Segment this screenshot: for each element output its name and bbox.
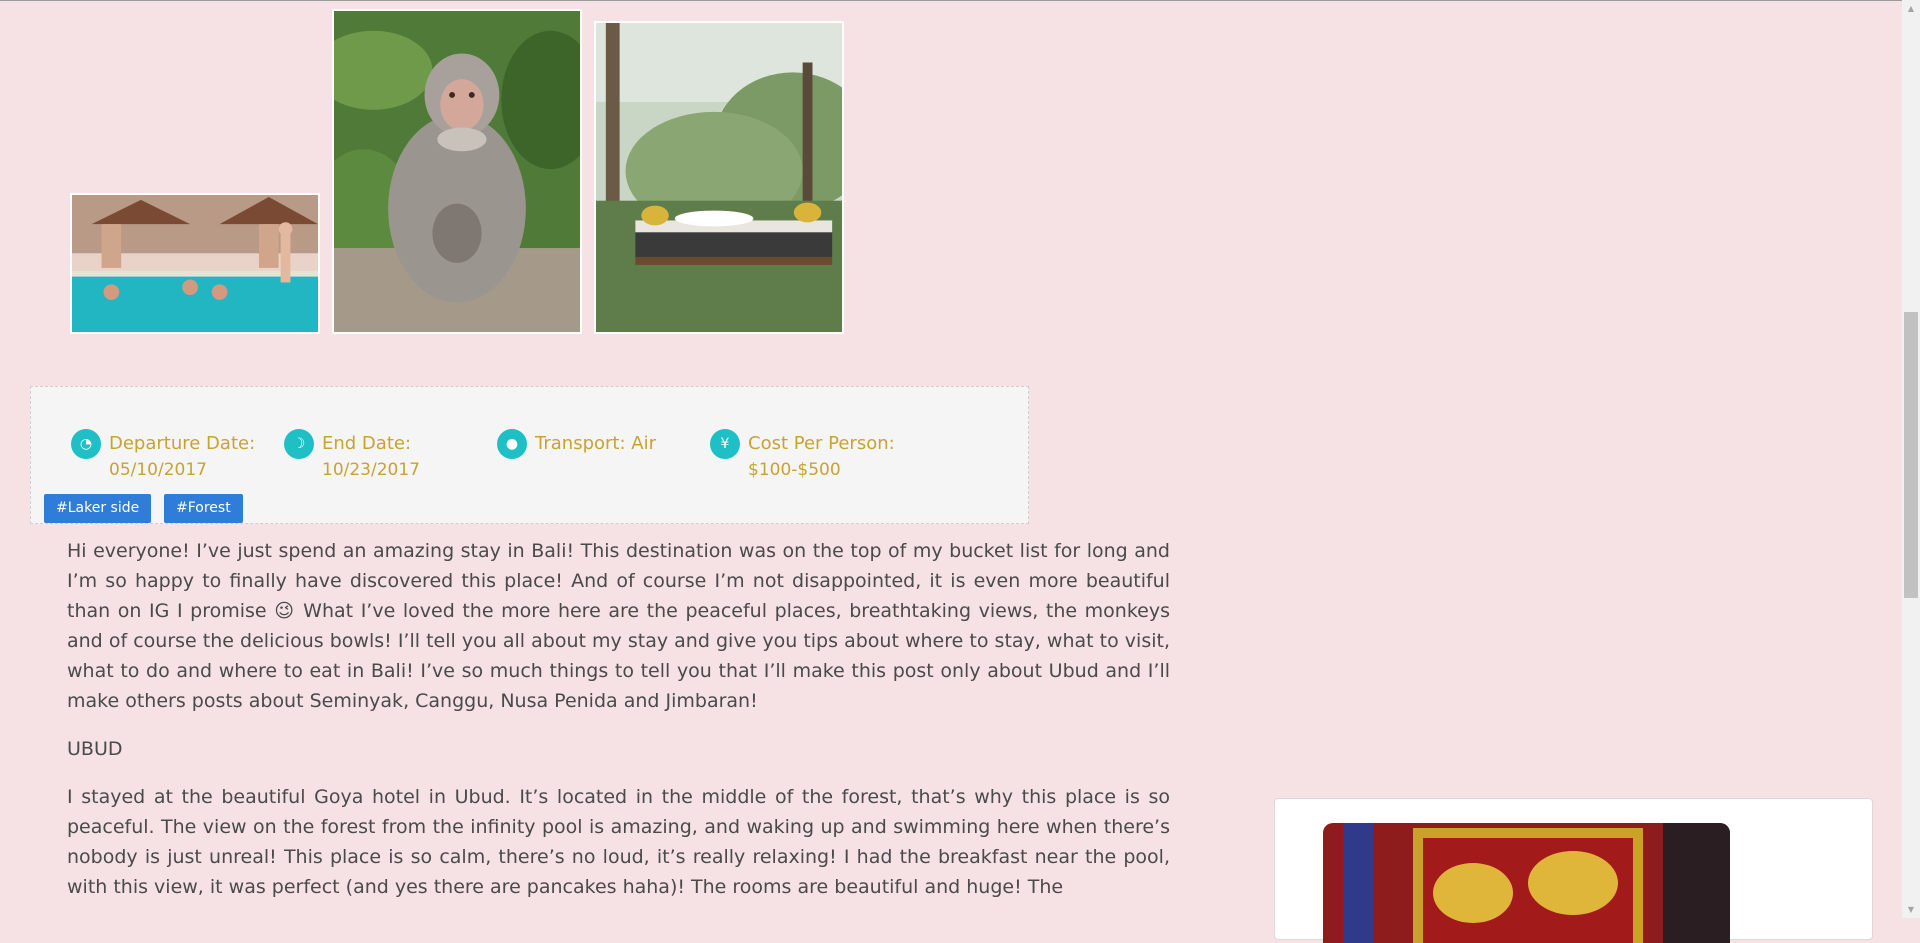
cost-label: Cost Per Person: <box>748 433 895 454</box>
monkey-photo[interactable] <box>332 9 582 334</box>
dragon-temple-photo[interactable] <box>1323 823 1730 943</box>
article-paragraph: I stayed at the beautiful Goya hotel in … <box>67 786 1170 898</box>
article-heading: UBUD <box>67 738 123 760</box>
clock-icon: ◔ <box>71 429 101 459</box>
end-date-label: End Date: <box>322 433 412 454</box>
scroll-down-arrow-icon[interactable]: ▼ <box>1902 901 1920 918</box>
sidebar-card <box>1274 798 1873 943</box>
top-border <box>0 0 1902 1</box>
yen-icon: ¥ <box>710 429 740 459</box>
vertical-scrollbar[interactable]: ▲ ▼ <box>1902 0 1920 918</box>
jungle-daybed-photo[interactable] <box>594 21 844 334</box>
article-intro: Hi everyone! I’ve just spend an amazing … <box>67 540 1170 712</box>
pool-photo[interactable] <box>70 193 320 334</box>
cost-value: $100-$500 <box>748 460 841 480</box>
transport-label: Transport: Air <box>535 433 656 454</box>
scroll-up-arrow-icon[interactable]: ▲ <box>1902 0 1920 17</box>
tag-forest[interactable]: #Forest <box>164 494 243 523</box>
person-icon: ● <box>497 429 527 459</box>
article-body: Hi everyone! I’ve just spend an amazing … <box>67 536 1170 920</box>
departure-date-value: 05/10/2017 <box>109 460 207 480</box>
departure-date-label: Departure Date: <box>109 433 256 454</box>
scrollbar-thumb[interactable] <box>1904 312 1918 598</box>
end-date-value: 10/23/2017 <box>322 460 420 480</box>
tag-laker-side[interactable]: #Laker side <box>44 494 152 523</box>
moon-icon: ☽ <box>284 429 314 459</box>
